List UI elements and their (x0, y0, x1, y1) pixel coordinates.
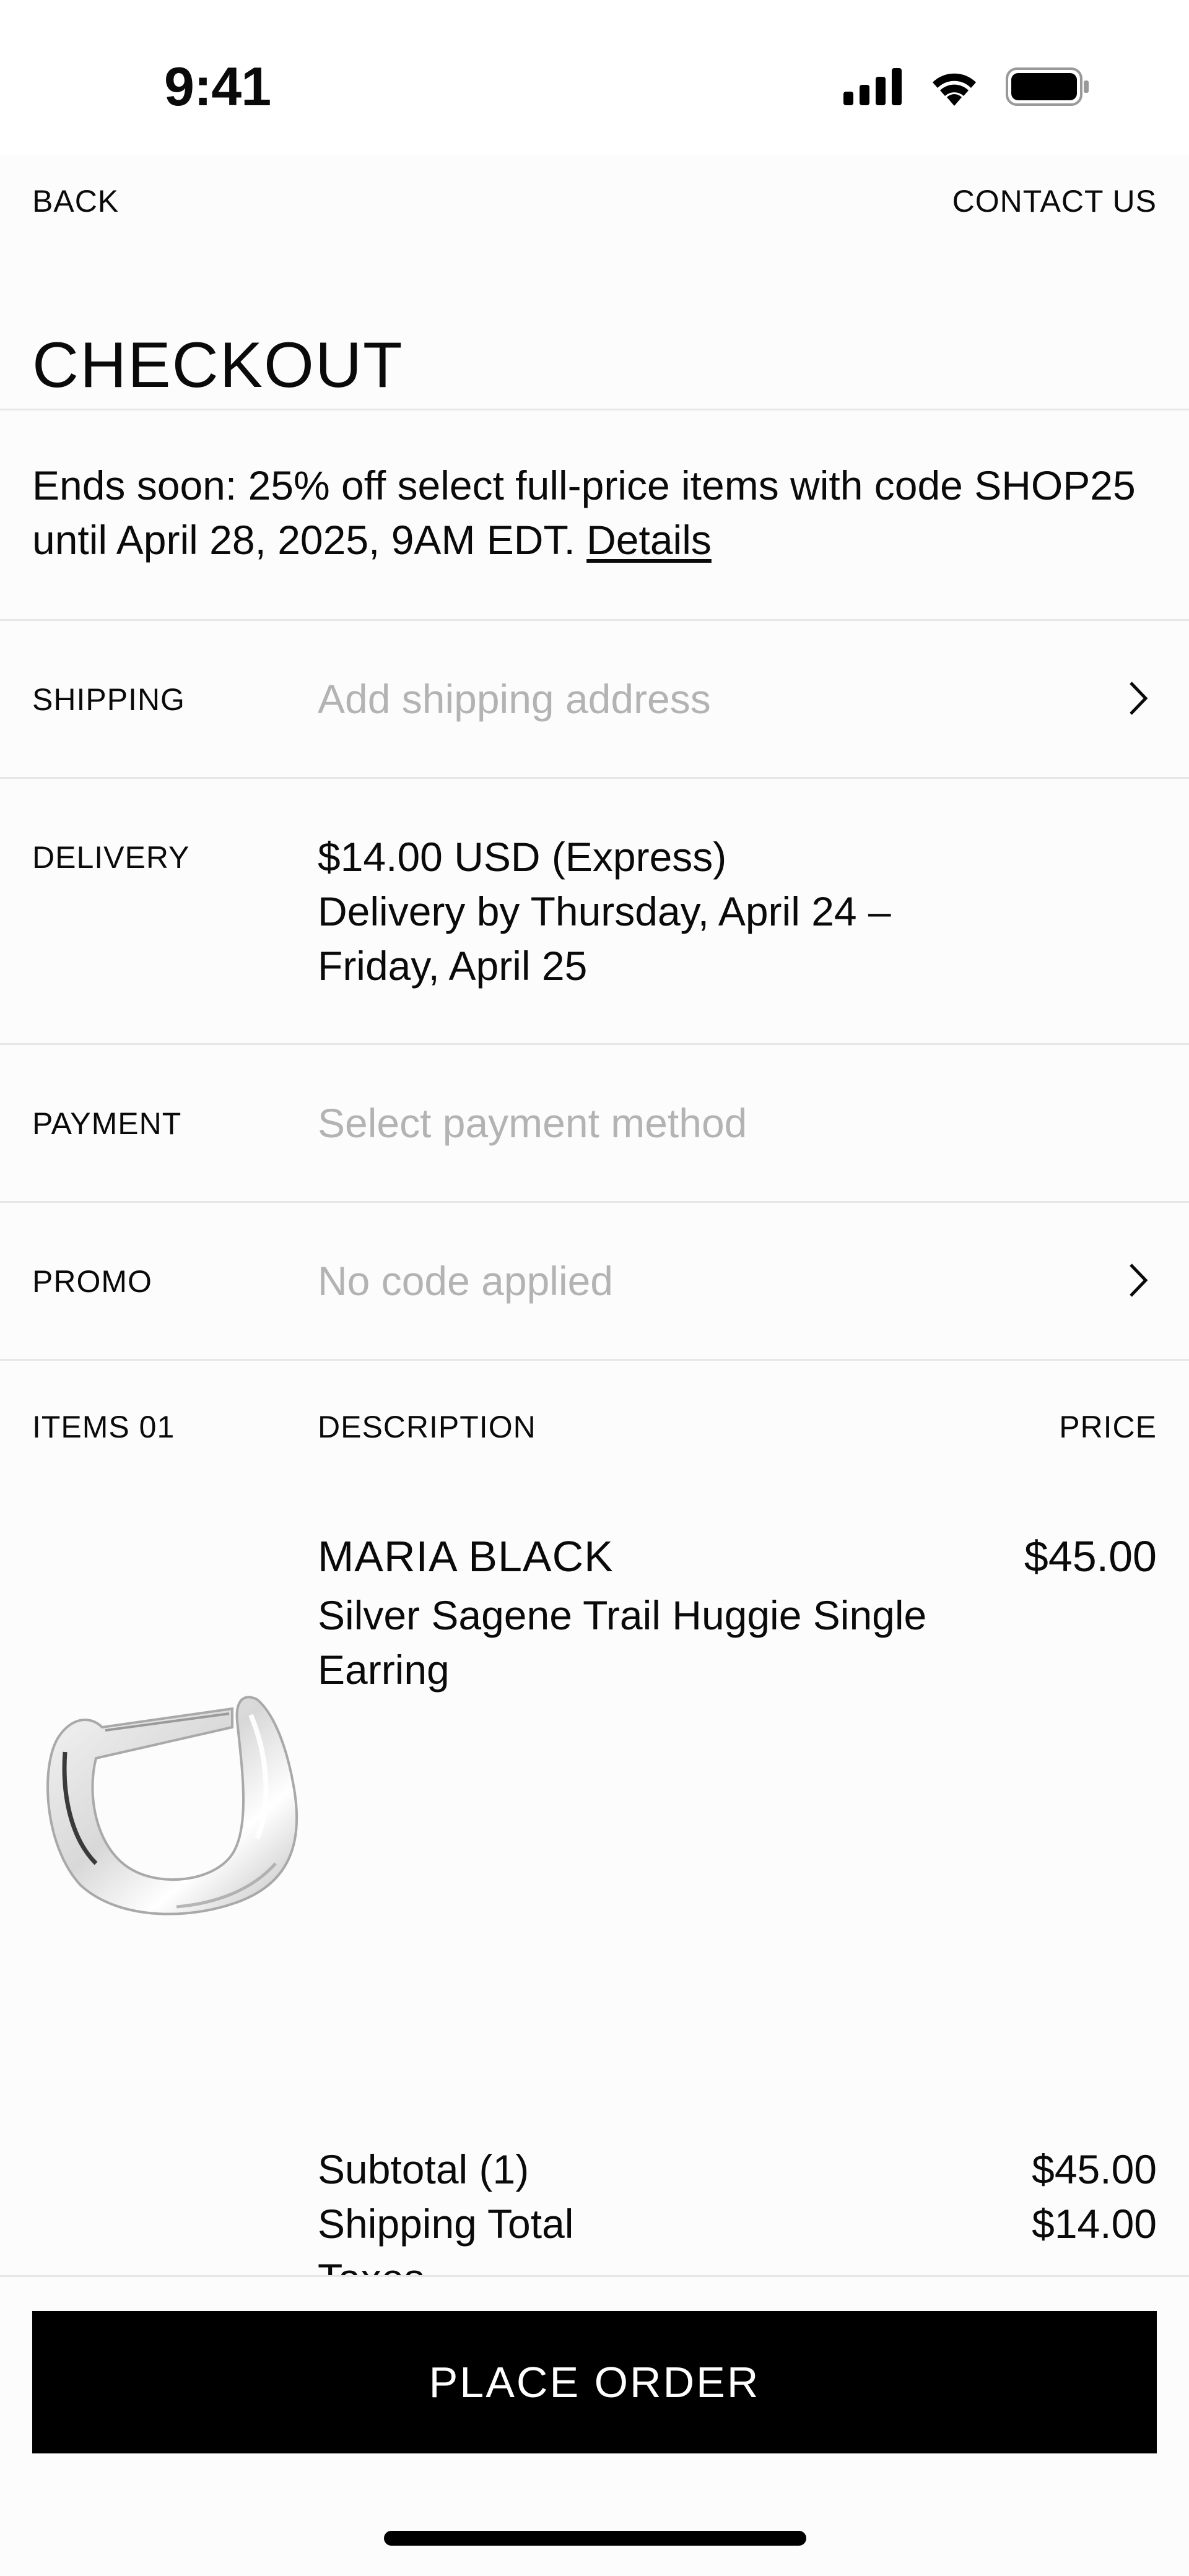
promo-details-link[interactable]: Details (586, 517, 712, 563)
item-price: $45.00 (1024, 1532, 1157, 1581)
shipping-total-value: $14.00 (1032, 2201, 1157, 2247)
price-column-label: PRICE (1059, 1410, 1157, 1444)
earring-product-image (46, 1696, 298, 1915)
delivery-price: $14.00 USD (Express) (318, 834, 727, 880)
promo-banner: Ends soon: 25% off select full-price ite… (32, 458, 1147, 567)
promo-label: PROMO (32, 1264, 152, 1299)
order-totals: Subtotal (1) $45.00 Shipping Total $14.0… (318, 2142, 1157, 2275)
description-column-label: DESCRIPTION (318, 1410, 536, 1444)
cellular-signal-icon (843, 68, 902, 105)
delivery-date: Delivery by Thursday, April 24 – Friday,… (318, 888, 891, 989)
cart-item[interactable]: MARIA BLACK Silver Sagene Trail Huggie S… (0, 1517, 1189, 1950)
page-title: CHECKOUT (32, 329, 404, 401)
promo-banner-text: Ends soon: 25% off select full-price ite… (32, 462, 1136, 563)
taxes-row: Taxes (318, 2251, 1157, 2275)
top-navigation: BACK CONTACT US (0, 155, 1189, 254)
promo-code-placeholder: No code applied (318, 1258, 614, 1304)
taxes-label: Taxes (318, 2251, 424, 2275)
contact-us-link[interactable]: CONTACT US (952, 180, 1157, 223)
shipping-label: SHIPPING (32, 682, 185, 717)
place-order-button[interactable]: PLACE ORDER (32, 2311, 1157, 2453)
shipping-total-row: Shipping Total $14.00 (318, 2197, 1157, 2251)
delivery-row[interactable]: DELIVERY $14.00 USD (Express) Delivery b… (0, 779, 1189, 1043)
subtotal-row: Subtotal (1) $45.00 (318, 2142, 1157, 2197)
battery-icon (1006, 67, 1089, 106)
delivery-label: DELIVERY (32, 840, 190, 875)
payment-row[interactable]: PAYMENT Select payment method (0, 1045, 1189, 1201)
items-header: ITEMS 01 DESCRIPTION PRICE (0, 1405, 1189, 1455)
wifi-icon (933, 73, 976, 106)
divider (0, 409, 1189, 410)
divider (0, 1359, 1189, 1361)
payment-label: PAYMENT (32, 1106, 182, 1141)
chevron-right-icon (1130, 682, 1148, 715)
promo-code-row[interactable]: PROMO No code applied (0, 1203, 1189, 1359)
bottom-action-bar: PLACE ORDER (0, 2275, 1189, 2576)
shipping-total-label: Shipping Total (318, 2201, 574, 2247)
chevron-right-icon (1130, 1264, 1148, 1297)
items-count-label: ITEMS 01 (32, 1410, 175, 1444)
shipping-row[interactable]: SHIPPING Add shipping address (0, 621, 1189, 777)
home-indicator[interactable] (384, 2531, 806, 2546)
back-link[interactable]: BACK (32, 180, 119, 223)
shipping-address-placeholder: Add shipping address (318, 676, 711, 722)
subtotal-value: $45.00 (1032, 2146, 1157, 2192)
status-time: 9:41 (164, 56, 271, 117)
item-name: Silver Sagene Trail Huggie Single Earrin… (318, 1592, 927, 1693)
status-icons (843, 65, 1090, 108)
status-bar: 9:41 (0, 0, 1189, 155)
item-brand: MARIA BLACK (318, 1532, 614, 1581)
checkout-page: 9:41 BACK CONTACT US CHECKOUT Ends soon:… (0, 0, 1189, 2576)
delivery-details: $14.00 USD (Express) Delivery by Thursda… (318, 830, 999, 993)
payment-method-placeholder: Select payment method (318, 1100, 747, 1146)
subtotal-label: Subtotal (1) (318, 2146, 529, 2192)
